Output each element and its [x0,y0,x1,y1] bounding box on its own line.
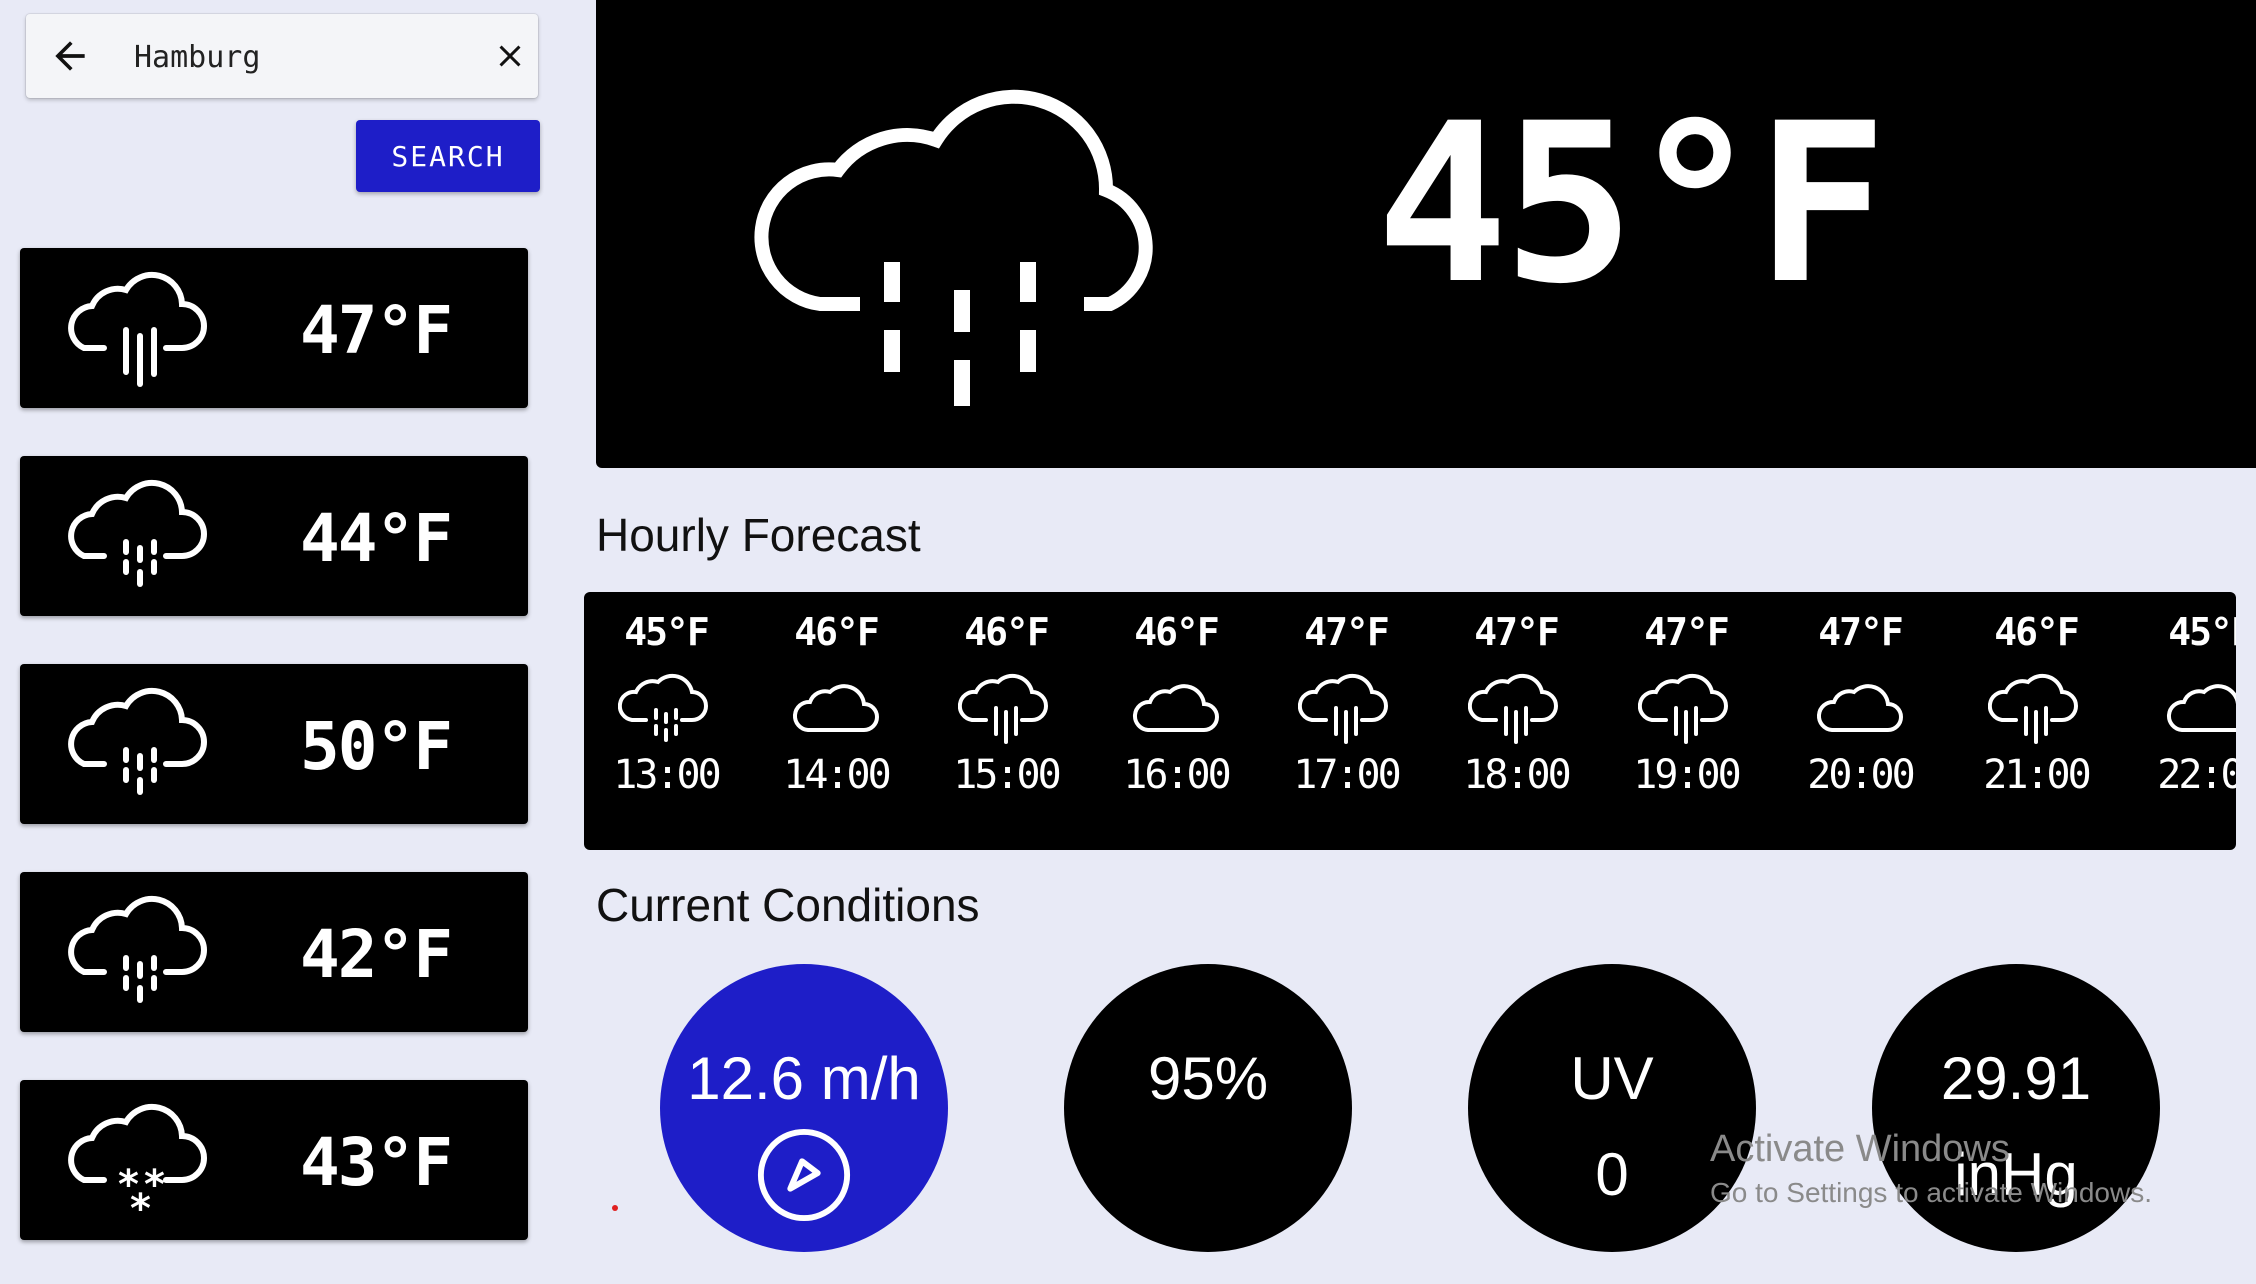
daily-forecast-card[interactable]: 50°F [20,664,528,824]
drizzle-cloud-icon [618,673,708,742]
hourly-time: 17:00 [1293,752,1401,798]
pressure-unit: inHg [1954,1141,2078,1208]
hourly-item: 46°F 14:00 [756,610,916,798]
snow-cloud-icon: * * * [68,1103,207,1224]
hourly-time: 16:00 [1123,752,1231,798]
wind-speed-value: 12.6 m/h [687,1045,921,1112]
rain-cloud-icon [68,271,207,387]
cloud-icon [792,684,879,732]
hourly-time: 20:00 [1807,752,1915,798]
hourly-item: 47°F 18:00 [1436,610,1596,798]
uv-label: UV [1570,1045,1654,1112]
hourly-item: 46°F 15:00 [926,610,1086,798]
hourly-time: 19:00 [1633,752,1741,798]
daily-temperature: 44°F [300,500,453,577]
current-conditions-title: Current Conditions [596,879,980,931]
hourly-time: 14:00 [783,752,891,798]
hourly-temperature: 45°F [2168,610,2236,654]
wind-speed-indicator: 12.6 m/h [660,964,948,1252]
hourly-item: 47°F 19:00 [1606,610,1766,798]
humidity-value: 95% [1147,1045,1269,1112]
hourly-time: 18:00 [1463,752,1571,798]
hourly-temperature: 47°F [1818,610,1904,654]
pressure-value: 29.91 [1940,1045,2092,1112]
hourly-item: 46°F 16:00 [1096,610,1256,798]
rain-cloud-icon [1468,673,1558,744]
cloud-icon [1132,684,1219,732]
cloud-icon [2166,684,2236,732]
hourly-temperature: 46°F [1134,610,1220,654]
search-button[interactable]: SEARCH [356,120,540,192]
humidity-indicator: 95% [1064,964,1352,1252]
daily-forecast-card[interactable]: 44°F [20,456,528,616]
hourly-item: 47°F 20:00 [1780,610,1940,798]
rain-cloud-icon [958,673,1048,744]
close-icon[interactable] [492,38,528,74]
daily-temperature: 50°F [300,708,453,785]
hourly-item: 45°F 13:00 [586,610,746,798]
hourly-item: 45°F 22:00 [2130,610,2236,798]
hourly-temperature: 47°F [1304,610,1390,654]
hourly-temperature: 47°F [1644,610,1730,654]
cloud-icon [1816,684,1903,732]
hourly-time: 22:00 [2157,752,2236,798]
hourly-temperature: 46°F [964,610,1050,654]
hourly-temperature: 46°F [1994,610,2080,654]
rain-cloud-icon [1638,673,1728,744]
hourly-item: 47°F 17:00 [1266,610,1426,798]
hourly-temperature: 47°F [1474,610,1560,654]
hourly-time: 15:00 [953,752,1061,798]
hourly-item: 46°F 21:00 [1956,610,2116,798]
daily-temperature: 42°F [300,916,453,993]
arrow-left-icon[interactable] [48,34,92,78]
drizzle-cloud-icon [68,479,207,587]
hourly-forecast-strip[interactable]: 45°F 13:00 46°F 14:00 46°F 15:00 46°F 16… [584,592,2236,850]
hourly-time: 13:00 [613,752,721,798]
hourly-temperature: 46°F [794,610,880,654]
current-weather-panel: 45°F [596,0,2256,468]
drizzle-cloud-icon [68,687,207,795]
sidebar-search-panel [0,0,564,112]
drizzle-cloud-icon [754,89,1153,406]
uv-value: 0 [1595,1141,1629,1208]
rain-cloud-icon [1298,673,1388,744]
daily-temperature: 47°F [300,292,453,369]
red-dot-marker [612,1205,618,1211]
rain-cloud-icon [1988,673,2078,744]
hourly-time: 21:00 [1983,752,2091,798]
pressure-indicator: 29.91 inHg [1872,964,2160,1252]
daily-forecast-card[interactable]: 47°F [20,248,528,408]
hourly-temperature: 45°F [624,610,710,654]
compass-icon [757,1128,851,1222]
drizzle-cloud-icon [68,895,207,1003]
daily-forecast-card[interactable]: 42°F [20,872,528,1032]
search-box [26,14,538,98]
search-input[interactable] [132,36,476,78]
daily-temperature: 43°F [300,1124,453,1201]
hourly-forecast-title: Hourly Forecast [596,509,921,561]
svg-text:*: * [130,1186,151,1224]
daily-forecast-card[interactable]: * * * 43°F [20,1080,528,1240]
current-temperature: 45°F [1376,76,1888,332]
uv-index-indicator: UV 0 [1468,964,1756,1252]
